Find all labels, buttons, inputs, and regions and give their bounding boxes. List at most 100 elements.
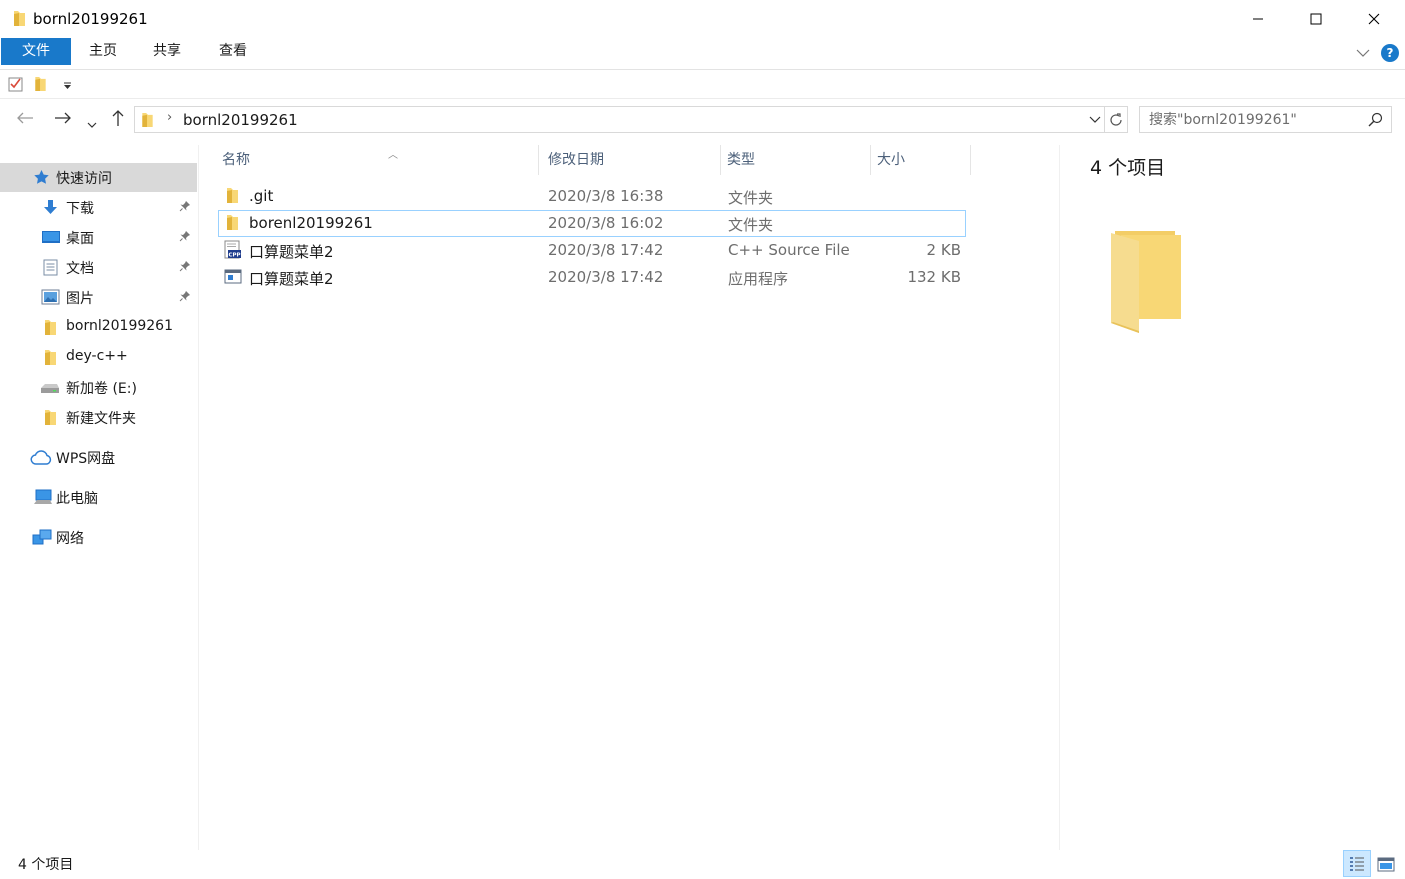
folder-icon [44, 409, 57, 430]
file-type: 应用程序 [728, 270, 789, 288]
pin-icon[interactable] [179, 290, 191, 306]
sidebar-item-new-folder[interactable]: 新建文件夹 [0, 403, 197, 432]
folder-icon [226, 187, 239, 208]
column-divider[interactable] [538, 145, 539, 175]
desktop-icon [41, 229, 61, 249]
chevron-down-icon[interactable] [1088, 111, 1102, 131]
back-arrow-icon[interactable] [16, 110, 34, 129]
tab-share[interactable]: 共享 [138, 38, 196, 65]
application-icon [224, 269, 242, 288]
address-bar[interactable]: › bornl20199261 [134, 106, 1105, 133]
folder-icon [226, 214, 239, 235]
file-modified: 2020/3/8 17:42 [548, 268, 664, 286]
forward-arrow-icon[interactable] [54, 110, 72, 129]
file-row[interactable]: borenl20199261 2020/3/8 16:02 文件夹 [218, 210, 966, 237]
sidebar-item-label: 新建文件夹 [66, 411, 136, 427]
large-icons-view-button[interactable] [1373, 852, 1399, 876]
cpp-file-icon: CPP [224, 240, 242, 264]
cloud-icon [30, 450, 52, 469]
pin-icon[interactable] [179, 200, 191, 216]
properties-icon[interactable] [8, 76, 24, 96]
file-row[interactable]: 口算题菜单2 2020/3/8 17:42 应用程序 132 KB [218, 264, 966, 291]
file-name: 口算题菜单2 [249, 243, 334, 261]
sort-ascending-icon: ︿ [388, 150, 398, 161]
refresh-button[interactable] [1105, 106, 1128, 133]
file-type: 文件夹 [728, 216, 774, 234]
sidebar-item-label: 网络 [56, 531, 84, 547]
new-folder-icon[interactable] [34, 76, 47, 96]
window-title: bornl20199261 [33, 10, 148, 28]
star-icon [33, 169, 50, 189]
minimize-button[interactable] [1229, 0, 1287, 38]
column-header-label: 名称 [222, 152, 250, 168]
up-arrow-icon[interactable] [111, 109, 125, 131]
search-box[interactable] [1139, 106, 1392, 133]
folder-icon [141, 112, 154, 132]
pin-icon[interactable] [179, 260, 191, 276]
large-folder-icon [1107, 227, 1187, 339]
sidebar-item-network[interactable]: 网络 [0, 523, 197, 552]
network-icon [32, 529, 52, 550]
sidebar-item-desktop[interactable]: 桌面 [0, 223, 197, 252]
help-icon[interactable]: ? [1381, 44, 1399, 62]
sidebar-item-label: dey-c++ [66, 348, 128, 364]
document-icon [43, 259, 58, 280]
file-size: 2 KB [926, 241, 961, 259]
column-header-size[interactable]: 大小 [871, 145, 970, 175]
folder-icon [44, 319, 57, 340]
sidebar-item-this-pc[interactable]: 此电脑 [0, 483, 197, 512]
sidebar-item-pictures[interactable]: 图片 [0, 283, 197, 312]
refresh-icon [1110, 112, 1122, 126]
quick-access-toolbar [0, 70, 1405, 99]
tab-file[interactable]: 文件 [1, 38, 71, 65]
recent-locations-icon[interactable] [87, 114, 97, 133]
sidebar-item-label: 桌面 [66, 231, 94, 247]
file-modified: 2020/3/8 17:42 [548, 241, 664, 259]
customize-toolbar-icon[interactable] [63, 78, 72, 94]
sidebar-item-label: 新加卷 (E:) [66, 381, 137, 397]
navigation-bar: › bornl20199261 [0, 100, 1405, 140]
maximize-button[interactable] [1287, 0, 1345, 38]
file-size: 132 KB [907, 268, 961, 286]
sidebar-item-downloads[interactable]: 下载 [0, 193, 197, 222]
preview-pane: 4 个项目 [1061, 145, 1405, 850]
details-view-button[interactable] [1343, 850, 1371, 877]
breadcrumb-chevron-icon[interactable]: › [167, 110, 172, 125]
drive-icon [40, 382, 60, 398]
file-row[interactable]: .git 2020/3/8 16:38 文件夹 [218, 183, 966, 210]
sidebar-item-documents[interactable]: 文档 [0, 253, 197, 282]
file-name: .git [249, 187, 274, 205]
preview-item-count: 4 个项目 [1090, 157, 1166, 179]
file-modified: 2020/3/8 16:38 [548, 187, 664, 205]
sidebar-item-wps-drive[interactable]: WPS网盘 [0, 443, 197, 472]
column-divider[interactable] [970, 145, 971, 175]
sidebar-item-dey-cpp[interactable]: dey-c++ [0, 343, 197, 372]
file-name: borenl20199261 [249, 214, 373, 232]
download-icon [42, 199, 59, 220]
pin-icon[interactable] [179, 230, 191, 246]
chevron-down-icon[interactable] [1356, 46, 1370, 62]
search-icon[interactable] [1368, 112, 1383, 131]
folder-icon [13, 10, 26, 31]
navigation-pane: 快速访问 下载 桌面 文档 图片 bornl20199261 dey-c++ 新… [0, 145, 199, 850]
sidebar-item-label: 此电脑 [56, 491, 98, 507]
title-bar: bornl20199261 [0, 0, 1405, 38]
file-type: 文件夹 [728, 189, 774, 207]
sidebar-item-drive-e[interactable]: 新加卷 (E:) [0, 373, 197, 402]
breadcrumb-current[interactable]: bornl20199261 [183, 111, 298, 129]
file-modified: 2020/3/8 16:02 [548, 214, 664, 232]
computer-icon [33, 489, 53, 510]
sidebar-item-bornl20199261[interactable]: bornl20199261 [0, 313, 197, 342]
file-name: 口算题菜单2 [249, 270, 334, 288]
close-button[interactable] [1345, 0, 1403, 38]
search-input[interactable] [1140, 107, 1360, 132]
tab-view[interactable]: 查看 [203, 38, 263, 65]
tab-home[interactable]: 主页 [74, 38, 132, 65]
column-header-name[interactable]: 名称 ︿ [216, 145, 538, 175]
sidebar-item-quick-access[interactable]: 快速访问 [0, 163, 197, 192]
file-row[interactable]: CPP 口算题菜单2 2020/3/8 17:42 C++ Source Fil… [218, 237, 966, 264]
column-header-modified[interactable]: 修改日期 [542, 145, 720, 175]
close-icon [1368, 13, 1380, 25]
file-type: C++ Source File [728, 241, 850, 259]
column-header-type[interactable]: 类型 [721, 145, 871, 175]
